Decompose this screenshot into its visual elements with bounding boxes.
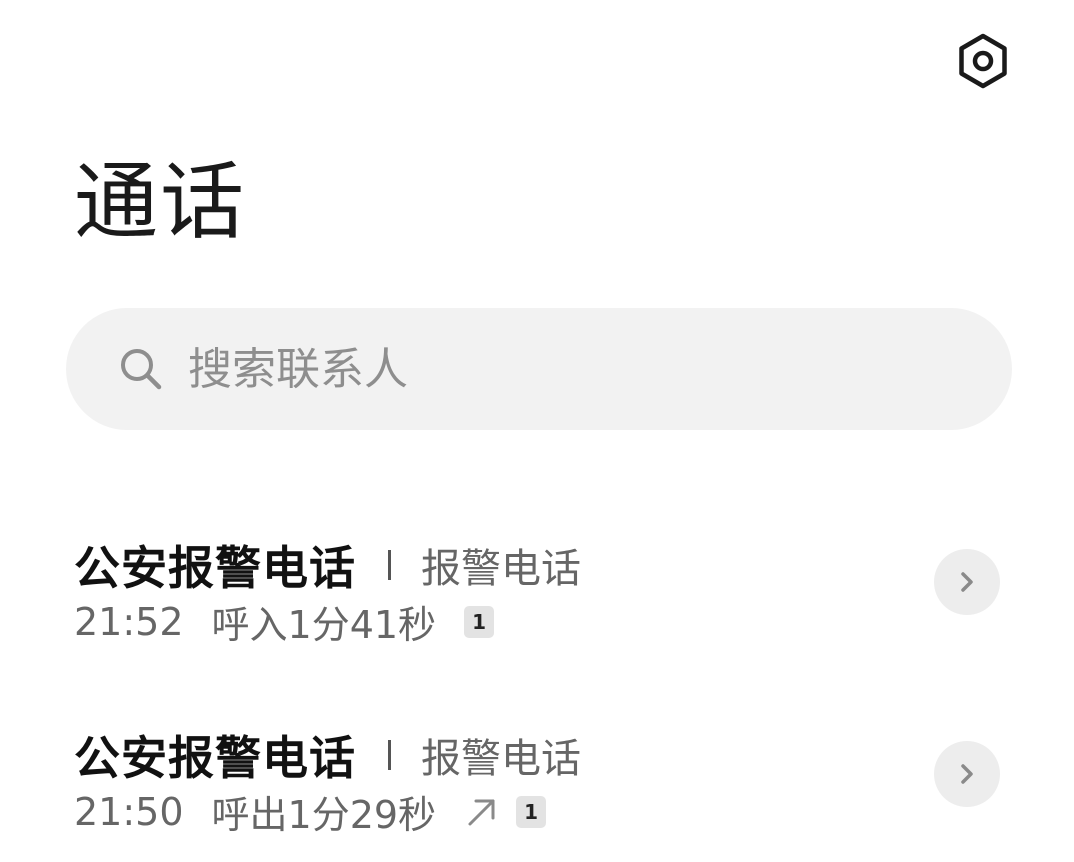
caller-name: 公安报警电话: [74, 541, 356, 595]
call-time: 21:50: [74, 789, 184, 834]
separator: [388, 550, 391, 580]
caller-tag: 报警电话: [421, 546, 581, 592]
page-title: 通话: [74, 153, 247, 251]
settings-button[interactable]: [952, 30, 1014, 92]
sim-badge: 1: [464, 605, 495, 638]
call-detail-button[interactable]: [934, 549, 1000, 615]
call-description: 呼出1分29秒: [211, 793, 437, 837]
call-meta-line: 21:52 呼入1分41秒 1: [74, 594, 495, 649]
call-time: 21:52: [74, 599, 184, 644]
chevron-right-icon: [961, 572, 973, 592]
caller-name: 公安报警电话: [74, 731, 356, 785]
caller-tag: 报警电话: [421, 736, 581, 782]
call-detail-button[interactable]: [934, 741, 1000, 807]
call-log-item[interactable]: 公安报警电话 报警电话 21:50 呼出1分29秒 1: [0, 722, 1074, 862]
chevron-right-icon: [961, 764, 973, 784]
search-bar[interactable]: [66, 308, 1012, 430]
separator: [388, 740, 391, 770]
outgoing-arrow-icon: [464, 794, 500, 830]
search-input[interactable]: [188, 343, 888, 395]
sim-badge: 1: [516, 795, 547, 828]
call-title-line: 公安报警电话 报警电话: [74, 722, 581, 788]
call-meta-line: 21:50 呼出1分29秒 1: [74, 784, 547, 839]
call-log-screen: 通话 公安报警电话 报警电话 21:52 呼入1分41秒 1: [0, 0, 1074, 862]
settings-hexagon-icon: [959, 33, 1007, 89]
search-icon: [118, 346, 164, 392]
call-description: 呼入1分41秒: [211, 603, 437, 647]
call-title-line: 公安报警电话 报警电话: [74, 532, 581, 598]
call-log-item[interactable]: 公安报警电话 报警电话 21:52 呼入1分41秒 1: [0, 532, 1074, 682]
